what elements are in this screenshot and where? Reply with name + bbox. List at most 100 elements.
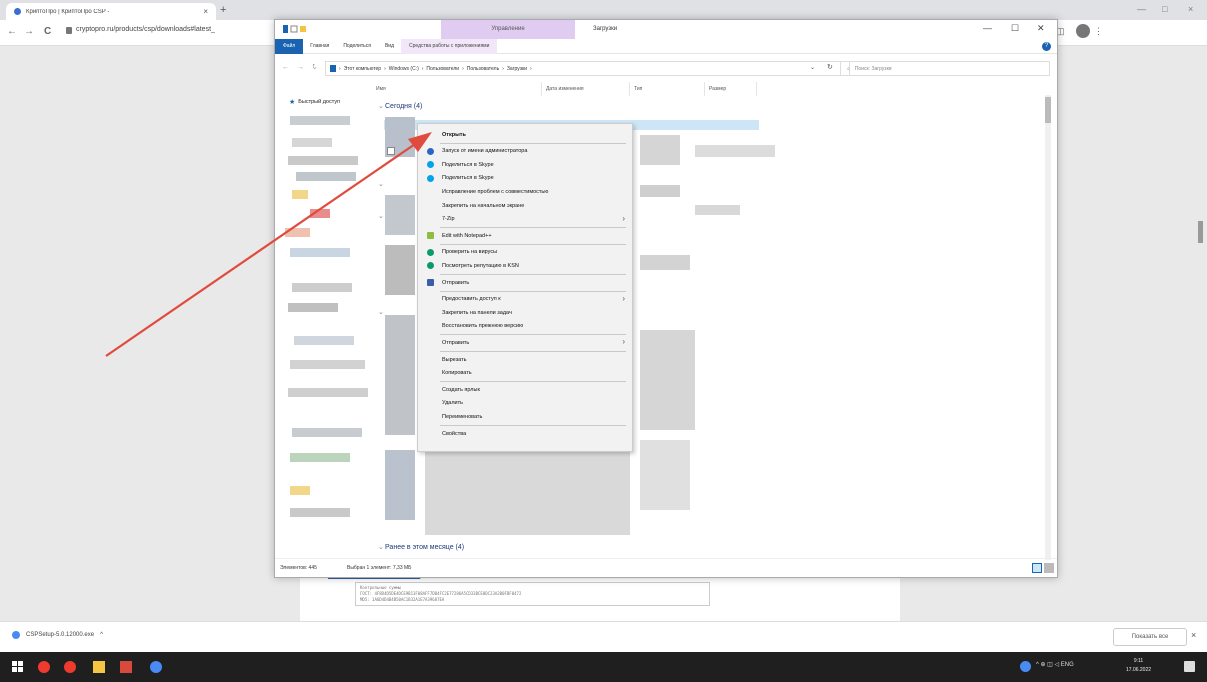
page-scrollbar-thumb[interactable] bbox=[1198, 221, 1203, 243]
address-dropdown-icon[interactable]: ⌄ bbox=[810, 64, 815, 71]
file-explorer-icon[interactable] bbox=[93, 661, 105, 673]
nav-item[interactable] bbox=[310, 209, 330, 218]
back-button[interactable]: ← bbox=[7, 26, 17, 37]
tiles-view-icon[interactable] bbox=[1044, 563, 1054, 573]
lock-icon[interactable] bbox=[66, 27, 72, 34]
breadcrumb-downloads[interactable]: Загрузки bbox=[507, 66, 527, 72]
nav-item[interactable] bbox=[288, 388, 368, 397]
manage-context-tab[interactable]: Управление bbox=[441, 20, 575, 39]
breadcrumb-drive-c[interactable]: Windows (C:) bbox=[389, 66, 419, 72]
window-maximize-button[interactable]: □ bbox=[1162, 4, 1167, 14]
ribbon-home-tab[interactable]: Главная bbox=[303, 43, 336, 49]
download-item[interactable]: CSPSetup-5.0.12000.exe ^ bbox=[12, 631, 103, 639]
ribbon-app-tools-tab[interactable]: Средства работы с приложениями bbox=[401, 38, 498, 54]
context-menu-item[interactable]: Edit with Notepad++ bbox=[418, 229, 632, 242]
profile-icon[interactable] bbox=[1076, 24, 1090, 38]
nav-item[interactable] bbox=[292, 190, 308, 199]
context-menu-item[interactable]: Исправление проблем с совместимостью bbox=[418, 185, 632, 198]
column-size[interactable]: Размер bbox=[705, 82, 757, 96]
help-icon[interactable]: ? bbox=[1042, 42, 1051, 51]
yandex-icon[interactable] bbox=[38, 661, 50, 673]
nav-item[interactable] bbox=[288, 303, 338, 312]
file-entry[interactable] bbox=[640, 255, 690, 270]
forward-button[interactable]: → bbox=[24, 26, 34, 37]
context-menu-item[interactable]: Открыть bbox=[418, 128, 632, 141]
file-icon[interactable] bbox=[385, 315, 415, 435]
nav-item[interactable] bbox=[290, 116, 350, 125]
show-all-button[interactable]: Показать все bbox=[1113, 628, 1187, 646]
app-icon[interactable] bbox=[120, 661, 132, 673]
context-menu-item[interactable]: Отправить › bbox=[418, 336, 632, 349]
context-menu-item[interactable]: Копировать bbox=[418, 367, 632, 380]
group-chevron-icon[interactable]: ⌄ bbox=[378, 543, 384, 551]
context-menu-item[interactable]: Закрепить на панели задач bbox=[418, 306, 632, 319]
explorer-minimize-button[interactable]: — bbox=[983, 23, 992, 33]
notifications-icon[interactable] bbox=[1184, 661, 1195, 672]
group-chevron-icon[interactable]: ⌄ bbox=[378, 212, 384, 220]
column-name[interactable]: Имя bbox=[372, 82, 542, 96]
nav-item[interactable] bbox=[288, 156, 358, 165]
explorer-maximize-button[interactable]: ☐ bbox=[1011, 23, 1019, 34]
file-entry[interactable] bbox=[640, 330, 695, 430]
quick-access-toolbar-icon[interactable] bbox=[283, 24, 306, 34]
nav-item[interactable] bbox=[285, 228, 310, 237]
nav-up-icon[interactable]: ↑ bbox=[312, 63, 316, 70]
chevron-up-icon[interactable]: ^ bbox=[100, 632, 103, 638]
file-icon[interactable] bbox=[385, 245, 415, 295]
reload-button[interactable]: C bbox=[44, 26, 51, 37]
nav-item[interactable] bbox=[292, 428, 362, 437]
file-entry[interactable] bbox=[695, 205, 740, 215]
context-menu-item[interactable]: Закрепить на начальном экране bbox=[418, 199, 632, 212]
details-view-icon[interactable] bbox=[1032, 563, 1042, 573]
explorer-close-button[interactable]: ✕ bbox=[1037, 23, 1045, 34]
explorer-scrollbar-thumb[interactable] bbox=[1045, 97, 1051, 123]
quick-access-item[interactable]: ★ Быстрый доступ bbox=[289, 98, 340, 106]
file-icon[interactable] bbox=[385, 450, 415, 520]
chrome-icon[interactable] bbox=[150, 661, 162, 673]
nav-item[interactable] bbox=[292, 283, 352, 292]
context-menu-item[interactable]: Свойства bbox=[418, 427, 632, 440]
file-icon[interactable] bbox=[385, 195, 415, 235]
group-chevron-icon[interactable]: ⌄ bbox=[378, 180, 384, 188]
file-entry[interactable] bbox=[640, 185, 680, 197]
context-menu-item[interactable]: Отправить bbox=[418, 276, 632, 289]
address-bar[interactable]: cryptopro.ru/products/csp/downloads#late… bbox=[76, 26, 215, 33]
breadcrumb-user[interactable]: Пользователь bbox=[467, 66, 499, 72]
window-close-button[interactable]: × bbox=[1188, 4, 1193, 14]
refresh-icon[interactable]: ↻ bbox=[827, 63, 833, 71]
column-type[interactable]: Тип bbox=[630, 82, 705, 96]
file-checkbox[interactable] bbox=[387, 147, 395, 155]
nav-item[interactable] bbox=[292, 138, 332, 147]
new-tab-button[interactable]: + bbox=[220, 4, 226, 16]
browser-tab[interactable]: КриптоПро | КриптоПро CSP - × bbox=[6, 3, 216, 20]
context-menu-item[interactable]: Создать ярлык bbox=[418, 383, 632, 396]
explorer-scrollbar[interactable] bbox=[1045, 95, 1051, 560]
group-chevron-icon[interactable]: ⌄ bbox=[378, 308, 384, 316]
start-icon[interactable] bbox=[12, 661, 24, 673]
ribbon-view-tab[interactable]: Вид bbox=[378, 43, 401, 49]
nav-item[interactable] bbox=[290, 248, 350, 257]
nav-item[interactable] bbox=[290, 360, 365, 369]
nav-item[interactable] bbox=[296, 172, 356, 181]
context-menu-item[interactable]: Поделиться в Skype bbox=[418, 172, 632, 185]
menu-icon[interactable]: ⋮ bbox=[1094, 26, 1103, 37]
context-menu-item[interactable]: Проверить на вирусы bbox=[418, 246, 632, 259]
clock[interactable]: 9:11 17.06.2022 bbox=[1126, 657, 1151, 675]
file-entry[interactable] bbox=[640, 135, 680, 165]
context-menu-item[interactable]: Посмотреть репутацию в KSN bbox=[418, 259, 632, 272]
nav-item[interactable] bbox=[290, 453, 350, 462]
context-menu-item[interactable]: Удалить bbox=[418, 397, 632, 410]
context-menu-item[interactable]: Переименовать bbox=[418, 410, 632, 423]
downloads-close-button[interactable]: × bbox=[1191, 630, 1196, 640]
context-menu-item[interactable]: Запуск от имени администратора bbox=[418, 145, 632, 158]
tab-close-button[interactable]: × bbox=[203, 7, 208, 16]
ribbon-file-tab[interactable]: Файл bbox=[275, 38, 304, 54]
breadcrumb-users[interactable]: Пользователи bbox=[426, 66, 459, 72]
breadcrumb-this-pc[interactable]: Этот компьютер bbox=[344, 66, 381, 72]
system-tray[interactable]: ^ ⊕ ◫ ◁ ENG bbox=[1036, 661, 1074, 668]
weather-icon[interactable] bbox=[1020, 661, 1031, 672]
context-menu-item[interactable]: Предоставить доступ к › bbox=[418, 293, 632, 306]
explorer-search-input[interactable]: ⌕ Поиск: Загрузки bbox=[840, 61, 1050, 76]
group-chevron-icon[interactable]: ⌄ bbox=[378, 102, 384, 110]
context-menu-item[interactable]: Поделиться в Skype bbox=[418, 158, 632, 171]
